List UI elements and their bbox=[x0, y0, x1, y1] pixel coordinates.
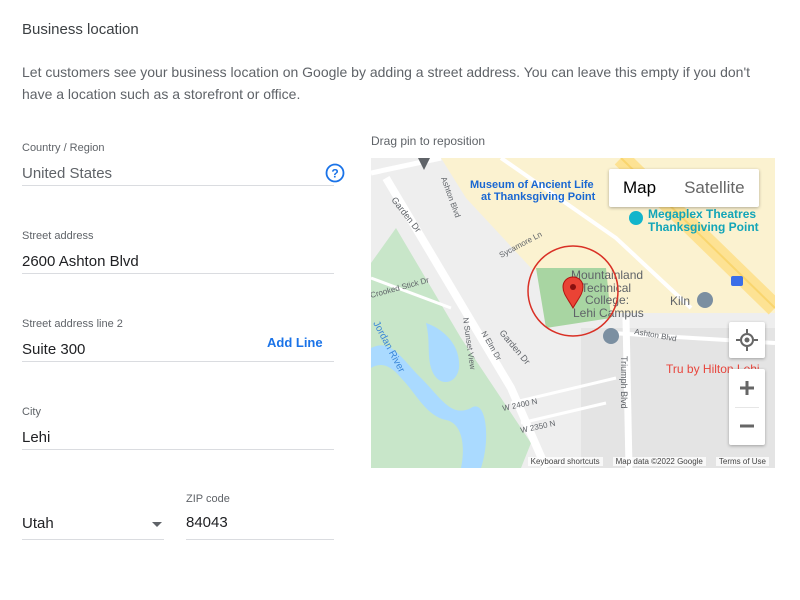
zip-label: ZIP code bbox=[186, 493, 230, 505]
street-address-field[interactable]: Street address 2600 Ashton Blvd bbox=[22, 226, 334, 274]
help-icon[interactable]: ? bbox=[325, 163, 345, 183]
country-label: Country / Region bbox=[22, 142, 105, 154]
city-label: City bbox=[22, 406, 41, 418]
keyboard-shortcuts-link[interactable]: Keyboard shortcuts bbox=[527, 456, 603, 466]
map-type-map-button[interactable]: Map bbox=[609, 169, 670, 207]
state-select[interactable]: Utah bbox=[22, 505, 164, 540]
map-data-text: Map data ©2022 Google bbox=[612, 456, 706, 466]
zip-value: 84043 bbox=[186, 514, 228, 531]
street-address-line2-label: Street address line 2 bbox=[22, 318, 123, 330]
zoom-control bbox=[729, 369, 765, 445]
dropdown-arrow-icon bbox=[152, 522, 162, 527]
museum-label-2: at Thanksgiving Point bbox=[481, 191, 596, 203]
street-triumph: Triumph Blvd bbox=[619, 356, 629, 409]
svg-text:?: ? bbox=[331, 167, 338, 181]
terms-of-use-link[interactable]: Terms of Use bbox=[715, 456, 769, 466]
street-address-label: Street address bbox=[22, 230, 94, 242]
kiln-label: Kiln bbox=[670, 294, 690, 308]
section-title: Business location bbox=[22, 21, 139, 38]
section-description: Let customers see your business location… bbox=[22, 64, 750, 102]
map-hint: Drag pin to reposition bbox=[371, 134, 486, 148]
country-value: United States bbox=[22, 165, 113, 182]
my-location-button[interactable] bbox=[729, 322, 765, 358]
city-value: Lehi bbox=[22, 429, 51, 446]
theatre-label-1: Megaplex Theatres bbox=[648, 207, 756, 221]
map-type-control: Map Satellite bbox=[609, 169, 759, 207]
add-line-button[interactable]: Add Line bbox=[267, 335, 323, 350]
zoom-out-icon[interactable] bbox=[729, 407, 765, 445]
theatre-label-2: Thanksgiving Point bbox=[648, 220, 759, 234]
crosshair-icon bbox=[736, 329, 758, 351]
zoom-in-icon[interactable] bbox=[729, 369, 765, 407]
street-address-line2-value: Suite 300 bbox=[22, 341, 86, 358]
city-field[interactable]: City Lehi bbox=[22, 402, 334, 450]
map[interactable]: Museum of Ancient Life at Thanksgiving P… bbox=[371, 158, 775, 468]
map-attribution: Keyboard shortcuts Map data ©2022 Google… bbox=[371, 454, 775, 468]
college-label-1: Mountainland bbox=[571, 268, 643, 282]
college-label-3: College: bbox=[585, 293, 629, 307]
state-value: Utah bbox=[22, 515, 54, 532]
museum-label-1: Museum of Ancient Life bbox=[470, 179, 594, 191]
zip-field[interactable]: ZIP code 84043 bbox=[186, 490, 334, 540]
street-address-value: 2600 Ashton Blvd bbox=[22, 253, 139, 270]
country-select[interactable]: Country / Region United States bbox=[22, 138, 334, 186]
map-type-satellite-button[interactable]: Satellite bbox=[670, 169, 758, 207]
